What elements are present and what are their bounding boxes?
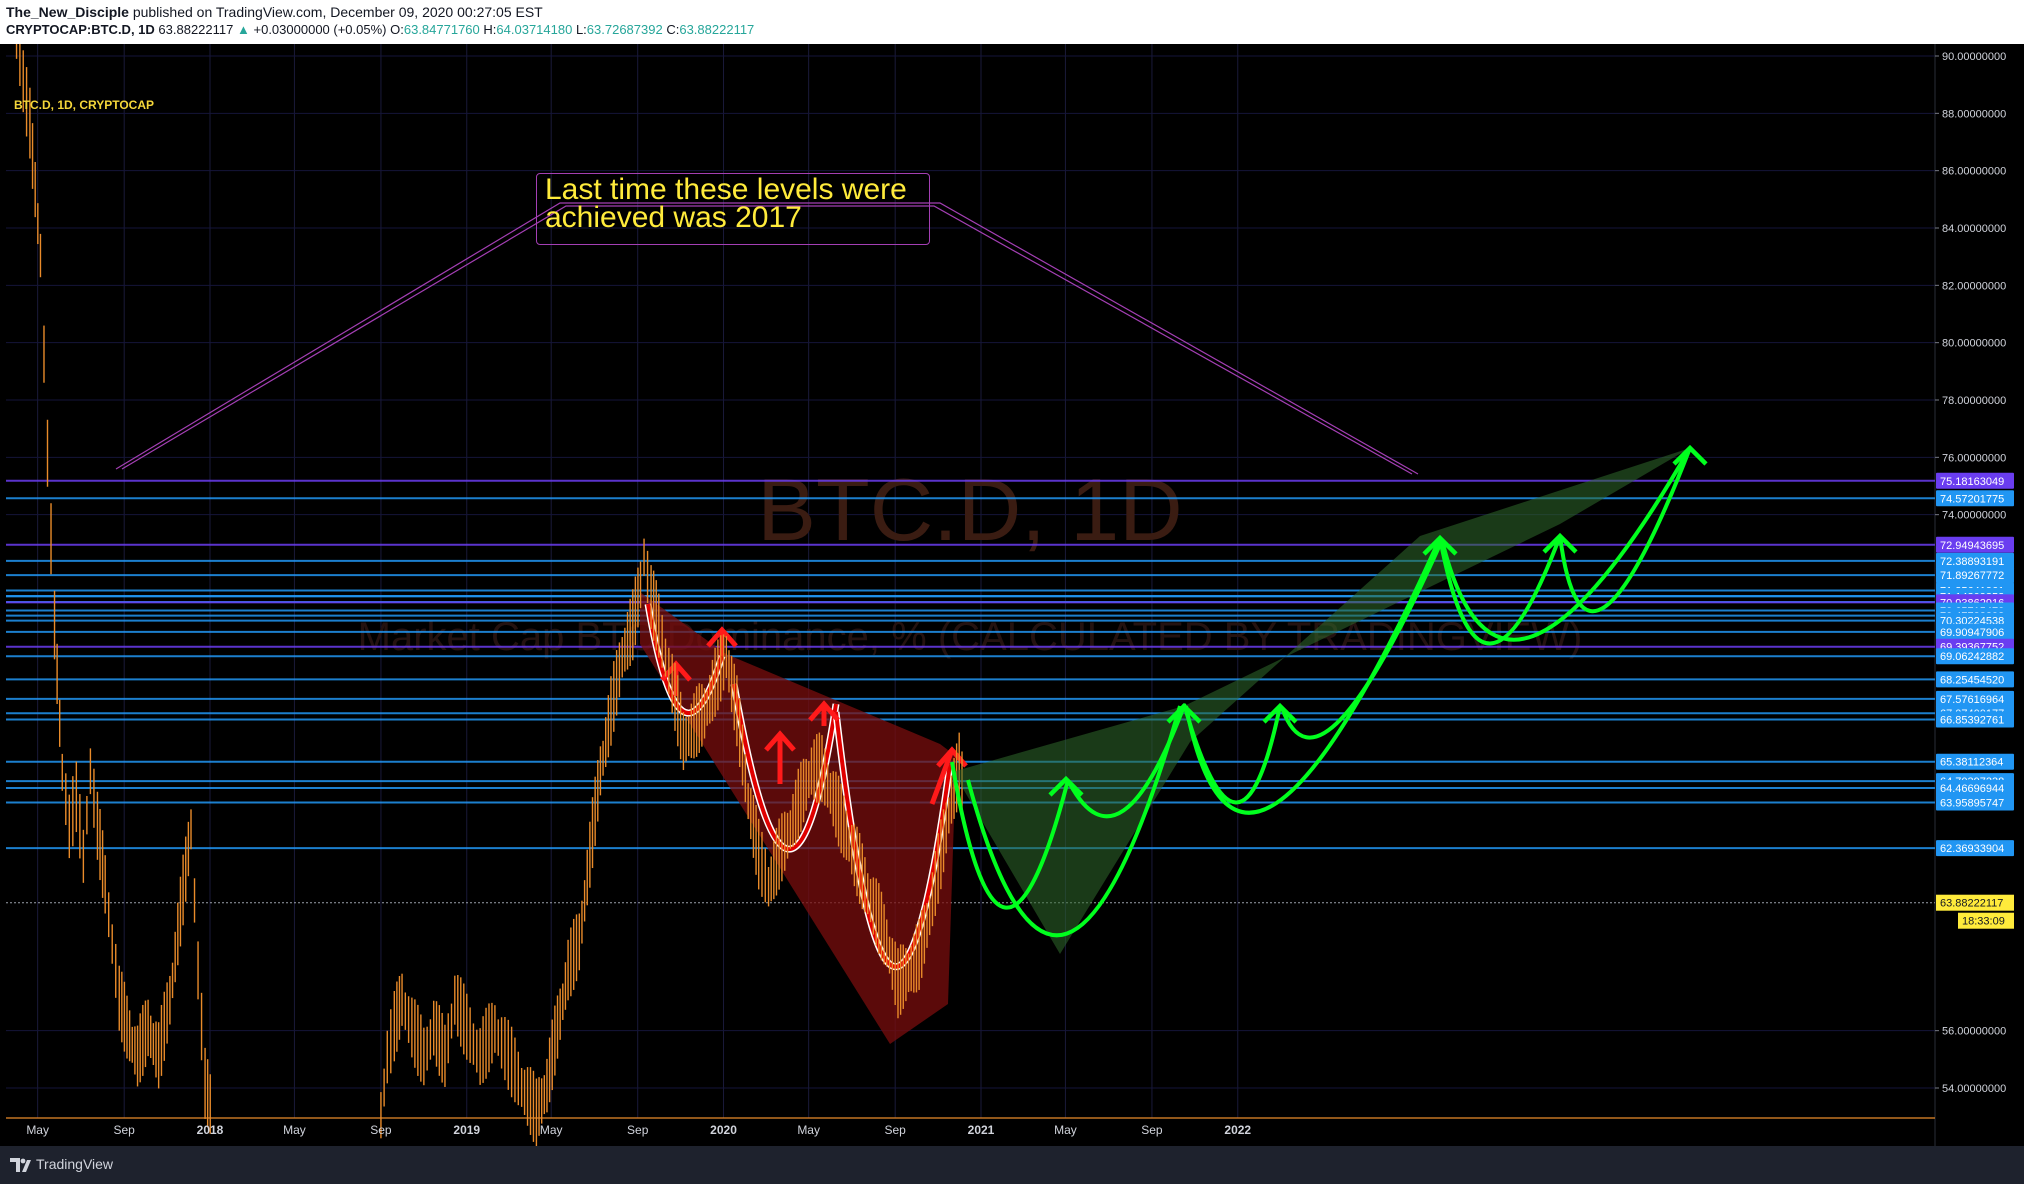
level-tag-label-4: 71.89267772 [1940, 570, 2004, 582]
x-tick-label-12: May [1054, 1123, 1077, 1137]
tradingview-logo-icon[interactable] [8, 1154, 32, 1176]
y-tick-label-10: 54.00000000 [1942, 1083, 2006, 1095]
y-tick-label-8: 74.00000000 [1942, 510, 2006, 522]
level-tag-label-22: 64.46696944 [1940, 783, 2004, 795]
x-tick-label-4: Sep [370, 1123, 392, 1137]
current-price-tag-label: 63.88222117 [1940, 898, 2003, 910]
y-tick-label-7: 76.00000000 [1942, 452, 2006, 464]
y-tick-label-6: 78.00000000 [1942, 395, 2006, 407]
x-tick-label-9: May [797, 1123, 820, 1137]
x-tick-label-14: 2022 [1224, 1123, 1251, 1137]
annotation-line-2: achieved was 2017 [545, 201, 802, 234]
level-tag-label-23: 63.95895747 [1940, 798, 2004, 810]
price-change: +0.03000000 (+0.05%) [253, 22, 387, 37]
y-tick-label-2: 86.00000000 [1942, 166, 2006, 178]
high-label: H: [483, 22, 497, 37]
x-tick-label-11: 2021 [968, 1123, 995, 1137]
level-tag-label-17: 67.57616964 [1940, 694, 2004, 706]
green-arrow-head-5[interactable] [1672, 444, 1708, 466]
grid [6, 44, 1936, 1146]
level-tag-label-19: 66.85392761 [1940, 715, 2004, 727]
published-text: published on TradingView.com, December 0… [132, 4, 543, 20]
countdown-tag-label: 18:33:09 [1962, 916, 2005, 928]
level-tag-label-2: 72.94943695 [1940, 540, 2004, 552]
x-tick-label-8: 2020 [710, 1123, 737, 1137]
level-tag-label-13: 69.90947906 [1940, 627, 2004, 639]
x-tick-label-2: 2018 [197, 1123, 224, 1137]
price-axis[interactable]: 90.00000000 88.00000000 86.00000000 84.0000… [1935, 51, 2014, 1095]
level-lines[interactable] [6, 479, 1935, 904]
symbol-label: CRYPTOCAP:BTC.D, 1D [6, 22, 155, 37]
chart-legend[interactable]: BTC.D, 1D, CRYPTOCAP [14, 98, 154, 112]
close-label: C: [666, 22, 680, 37]
chart-area[interactable]: BTC.D, 1D Market Cap BTC Dominance, % (C… [0, 24, 2024, 1147]
publish-line: The_New_Disciple published on TradingVie… [6, 4, 543, 20]
high-value: 64.03714180 [496, 22, 573, 37]
level-tag-label-16: 68.25454520 [1940, 674, 2004, 686]
last-price: 63.88222117 [158, 22, 234, 37]
level-tag-label-15: 69.06242882 [1940, 651, 2004, 663]
level-tag-label-1: 74.57201775 [1940, 493, 2004, 505]
x-tick-label-5: 2019 [453, 1123, 480, 1137]
y-tick-label-9: 56.00000000 [1942, 1026, 2006, 1038]
level-tag-label-24: 62.36933904 [1940, 843, 2004, 855]
annotation-callout[interactable]: Last time these levels were achieved was… [536, 173, 930, 245]
tradingview-brand[interactable]: TradingView [36, 1156, 113, 1172]
y-tick-label-3: 84.00000000 [1942, 223, 2006, 235]
y-tick-label-4: 82.00000000 [1942, 280, 2006, 292]
x-tick-label-3: May [283, 1123, 306, 1137]
y-tick-label-1: 88.00000000 [1942, 108, 2006, 120]
low-label: L: [575, 22, 587, 37]
y-tick-label-5: 80.00000000 [1942, 338, 2006, 350]
y-tick-label-0: 90.00000000 [1942, 51, 2006, 63]
level-tag-label-3: 72.38893191 [1940, 556, 2004, 568]
annotation-leader-right[interactable] [121, 205, 1413, 475]
symbol-line: CRYPTOCAP:BTC.D, 1D 63.88222117 ▲ +0.030… [6, 22, 754, 37]
footer-bar: TradingView [0, 1146, 2024, 1184]
x-tick-label-6: May [540, 1123, 563, 1137]
low-value: 63.72687392 [586, 22, 663, 37]
annotation-line-1: Last time these levels were [545, 173, 907, 206]
x-tick-label-1: Sep [113, 1123, 135, 1137]
time-axis[interactable]: May Sep 2018 May Sep 2019 May Sep 2020 May Sep 2021… [26, 1123, 1251, 1137]
x-tick-label-10: Sep [884, 1123, 906, 1137]
open-value: 63.84771760 [403, 22, 480, 37]
chart-svg[interactable]: BTC.D, 1D Market Cap BTC Dominance, % (C… [0, 24, 2024, 1147]
x-tick-label-0: May [26, 1123, 49, 1137]
author-name[interactable]: The_New_Disciple [6, 4, 129, 20]
x-tick-label-13: Sep [1141, 1123, 1163, 1137]
open-label: O: [390, 22, 404, 37]
close-value: 63.88222117 [679, 22, 755, 37]
up-triangle-icon: ▲ [237, 22, 250, 37]
level-tag-label-20: 65.38112364 [1940, 757, 2003, 769]
x-tick-label-7: Sep [627, 1123, 649, 1137]
level-tag-label-0: 75.18163049 [1940, 476, 2004, 488]
publish-header: The_New_Disciple published on TradingVie… [0, 0, 2024, 44]
